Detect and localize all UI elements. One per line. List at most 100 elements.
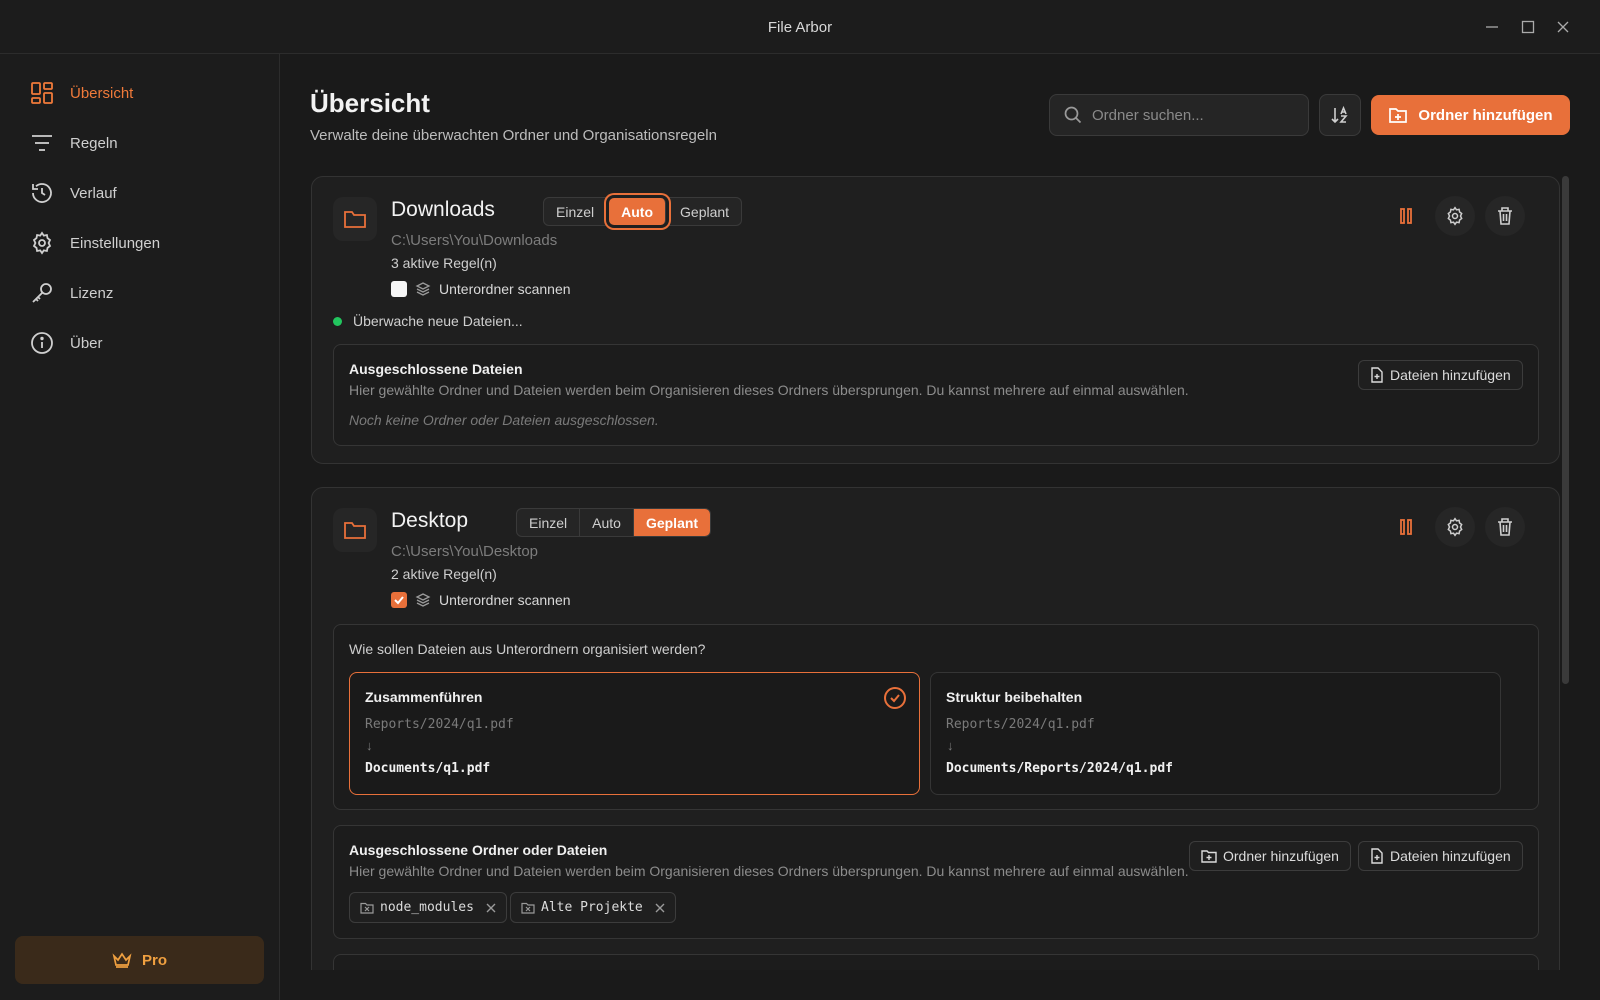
page-title: Übersicht xyxy=(310,88,430,118)
example-source-path: Reports/2024/q1.pdf xyxy=(365,717,514,732)
minimize-button[interactable] xyxy=(1481,16,1503,38)
add-excluded-folder-button[interactable]: Ordner hinzufügen xyxy=(1189,841,1351,871)
add-folders-label: Ordner hinzufügen xyxy=(1223,848,1339,864)
mode-option-einzel[interactable]: Einzel xyxy=(544,198,608,225)
sidebar: Übersicht Regeln Verlauf Einstellungen L… xyxy=(0,54,280,1000)
remove-icon[interactable] xyxy=(486,903,496,913)
scan-subfolders-checkbox[interactable] xyxy=(391,592,407,608)
mode-option-einzel[interactable]: Einzel xyxy=(517,509,581,536)
mode-option-geplant[interactable]: Geplant xyxy=(633,509,711,536)
pause-icon xyxy=(1400,208,1412,224)
pro-button[interactable]: Pro xyxy=(15,936,264,984)
gear-icon xyxy=(1447,517,1463,537)
option-merge[interactable]: Zusammenführen Reports/2024/q1.pdf ↓ Doc… xyxy=(349,672,920,795)
scan-subfolders-checkbox[interactable] xyxy=(391,281,407,297)
scan-subfolders-label: Unterordner scannen xyxy=(439,592,571,608)
mode-selector: Einzel Auto Geplant xyxy=(516,508,712,537)
mode-selector: Einzel Auto Geplant xyxy=(543,197,743,226)
history-icon xyxy=(28,179,56,207)
add-files-button[interactable]: Dateien hinzufügen xyxy=(1358,841,1523,871)
delete-folder-button[interactable] xyxy=(1485,196,1525,236)
active-rules-count: 2 aktive Regel(n) xyxy=(391,566,497,582)
subfolder-question: Wie sollen Dateien aus Unterordnern orga… xyxy=(349,641,706,657)
trash-icon xyxy=(1498,518,1512,536)
filter-icon xyxy=(28,129,56,157)
sidebar-item-license[interactable]: Lizenz xyxy=(28,275,258,311)
folder-path: C:\Users\You\Desktop xyxy=(391,543,539,560)
pause-button[interactable] xyxy=(1386,507,1426,547)
excluded-item-label: node_modules xyxy=(380,900,474,915)
checkmark-icon xyxy=(394,596,404,605)
panel-title: Ausgeschlossene Ordner oder Dateien xyxy=(349,842,608,858)
folder-plus-icon xyxy=(1201,850,1217,863)
sort-button[interactable] xyxy=(1319,94,1361,136)
sidebar-item-overview[interactable]: Übersicht xyxy=(28,75,258,111)
panel-description: Hier gewählte Ordner und Dateien werden … xyxy=(349,382,1189,398)
page-subtitle: Verwalte deine überwachten Ordner und Or… xyxy=(310,127,717,144)
sort-icon xyxy=(1331,105,1348,124)
sidebar-item-label: Über xyxy=(70,334,103,352)
folder-settings-button[interactable] xyxy=(1435,196,1475,236)
file-plus-icon xyxy=(1371,367,1383,383)
sidebar-item-rules[interactable]: Regeln xyxy=(28,125,258,161)
maximize-icon xyxy=(1521,20,1535,34)
arrow-down-icon: ↓ xyxy=(947,738,954,753)
gear-icon xyxy=(1447,206,1463,226)
next-panel xyxy=(333,954,1539,970)
trash-icon xyxy=(1498,207,1512,225)
status-label: Überwache neue Dateien... xyxy=(353,313,523,329)
sidebar-item-label: Verlauf xyxy=(70,184,117,202)
folder-plus-icon xyxy=(1389,108,1408,123)
layers-icon xyxy=(415,281,431,297)
maximize-button[interactable] xyxy=(1517,16,1539,38)
folder-card-desktop: Desktop Einzel Auto Geplant C:\Users\You… xyxy=(311,487,1560,970)
scrollbar-thumb[interactable] xyxy=(1562,176,1569,684)
folder-icon xyxy=(333,508,377,552)
mode-option-auto[interactable]: Auto xyxy=(609,198,667,225)
gear-icon xyxy=(28,229,56,257)
close-button[interactable] xyxy=(1552,16,1574,38)
pause-button[interactable] xyxy=(1386,196,1426,236)
sidebar-item-label: Regeln xyxy=(70,134,118,152)
sidebar-item-about[interactable]: Über xyxy=(28,325,258,361)
excluded-chip: Alte Projekte xyxy=(510,892,676,923)
scan-subfolders-row: Unterordner scannen xyxy=(391,592,571,608)
crown-icon xyxy=(112,952,132,968)
add-files-label: Dateien hinzufügen xyxy=(1390,848,1511,864)
subfolder-mode-panel: Wie sollen Dateien aus Unterordnern orga… xyxy=(333,624,1539,810)
minimize-icon xyxy=(1486,26,1498,28)
sidebar-item-settings[interactable]: Einstellungen xyxy=(28,225,258,261)
folder-excluded-icon xyxy=(521,902,535,914)
key-icon xyxy=(28,279,56,307)
remove-icon[interactable] xyxy=(655,903,665,913)
mode-option-auto[interactable]: Auto xyxy=(580,509,634,536)
example-source-path: Reports/2024/q1.pdf xyxy=(946,717,1095,732)
excluded-files-panel: Ausgeschlossene Dateien Hier gewählte Or… xyxy=(333,344,1539,446)
pause-icon xyxy=(1400,519,1412,535)
mode-option-geplant[interactable]: Geplant xyxy=(668,198,741,225)
arrow-down-icon: ↓ xyxy=(366,738,373,753)
example-destination-path: Documents/Reports/2024/q1.pdf xyxy=(946,761,1173,776)
folder-name: Downloads xyxy=(391,198,495,221)
folder-settings-button[interactable] xyxy=(1435,507,1475,547)
sidebar-item-history[interactable]: Verlauf xyxy=(28,175,258,211)
search-icon xyxy=(1064,106,1082,124)
add-files-button[interactable]: Dateien hinzufügen xyxy=(1358,360,1523,390)
panel-description: Hier gewählte Ordner und Dateien werden … xyxy=(349,863,1189,879)
file-plus-icon xyxy=(1371,848,1383,864)
app-title: File Arbor xyxy=(767,19,833,36)
status-dot xyxy=(333,316,342,326)
add-files-label: Dateien hinzufügen xyxy=(1390,367,1511,383)
excluded-chip: node_modules xyxy=(349,892,507,923)
search-input[interactable] xyxy=(1092,106,1292,124)
folder-card-downloads: Downloads Einzel Auto Geplant C:\Users\Y… xyxy=(311,176,1560,464)
search-box xyxy=(1049,94,1309,136)
scan-subfolders-row: Unterordner scannen xyxy=(391,281,571,297)
layers-icon xyxy=(415,592,431,608)
option-title: Zusammenführen xyxy=(365,689,483,705)
example-destination-path: Documents/q1.pdf xyxy=(365,761,491,776)
option-keep-structure[interactable]: Struktur beibehalten Reports/2024/q1.pdf… xyxy=(930,672,1501,795)
selected-check-icon xyxy=(884,687,906,709)
delete-folder-button[interactable] xyxy=(1485,507,1525,547)
add-folder-button[interactable]: Ordner hinzufügen xyxy=(1371,95,1570,135)
